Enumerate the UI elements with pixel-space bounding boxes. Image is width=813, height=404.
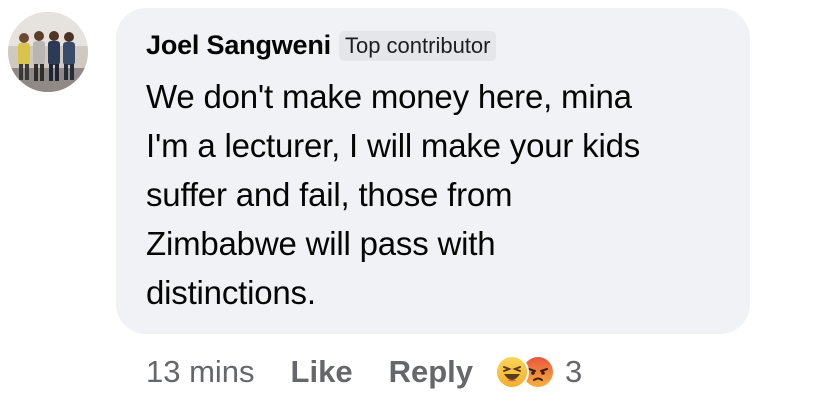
haha-reaction-icon: [495, 355, 529, 389]
reply-button[interactable]: Reply: [389, 354, 473, 390]
avatar[interactable]: [8, 12, 88, 92]
comment-timestamp[interactable]: 13 mins: [146, 354, 255, 390]
like-button[interactable]: Like: [291, 354, 353, 390]
comment-header: Joel Sangweni Top contributor: [146, 30, 497, 61]
author-name[interactable]: Joel Sangweni: [146, 30, 331, 61]
comment-bubble: Joel Sangweni Top contributor We don't m…: [116, 8, 750, 334]
comment-text: We don't make money here, mina I'm a lec…: [146, 78, 641, 311]
reaction-count: 3: [565, 354, 583, 389]
top-contributor-badge: Top contributor: [338, 30, 497, 61]
comment-actions: 13 mins Like Reply 3: [146, 350, 582, 394]
profile-photo-icon: [8, 12, 88, 92]
reactions-summary[interactable]: 3: [495, 354, 582, 390]
